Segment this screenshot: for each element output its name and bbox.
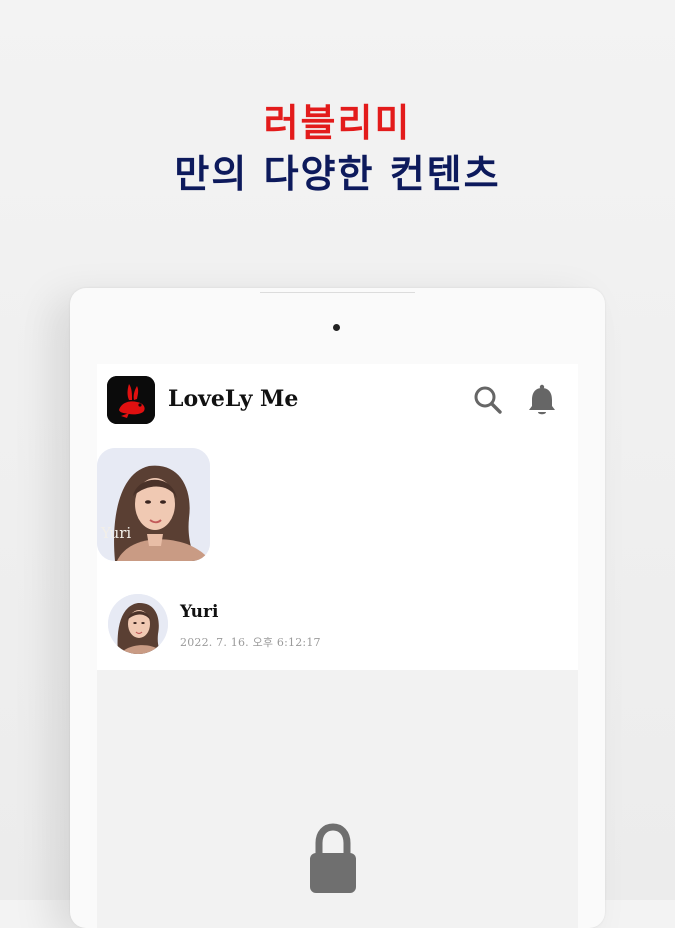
headline-line-2: 만의 다양한 컨텐츠 (174, 152, 501, 196)
tablet-frame: LoveLy Me Yuri Yuri 2022. 7. 16. 오후 6:12… (70, 288, 605, 928)
search-icon[interactable] (470, 382, 506, 418)
app-screen: LoveLy Me Yuri Yuri 2022. 7. 16. 오후 6:12… (97, 364, 578, 928)
rabbit-logo-icon[interactable] (107, 376, 155, 424)
app-bar: LoveLy Me (97, 364, 578, 436)
camera-dot (333, 324, 340, 331)
avatar[interactable] (108, 594, 168, 654)
app-title: LoveLy Me (168, 386, 299, 412)
post-author-name[interactable]: Yuri (180, 602, 218, 622)
post-header[interactable]: Yuri 2022. 7. 16. 오후 6:12:17 (97, 586, 578, 668)
locked-content-area[interactable] (97, 670, 578, 928)
headline-line-1: 러블리미 (263, 101, 412, 145)
bell-icon[interactable] (524, 382, 560, 418)
story-photo (97, 448, 210, 561)
post-timestamp: 2022. 7. 16. 오후 6:12:17 (180, 636, 321, 649)
lock-icon (308, 823, 358, 893)
tablet-edge-line (260, 292, 415, 293)
story-thumbnail[interactable]: Yuri (97, 448, 210, 561)
story-name: Yuri (101, 524, 132, 542)
